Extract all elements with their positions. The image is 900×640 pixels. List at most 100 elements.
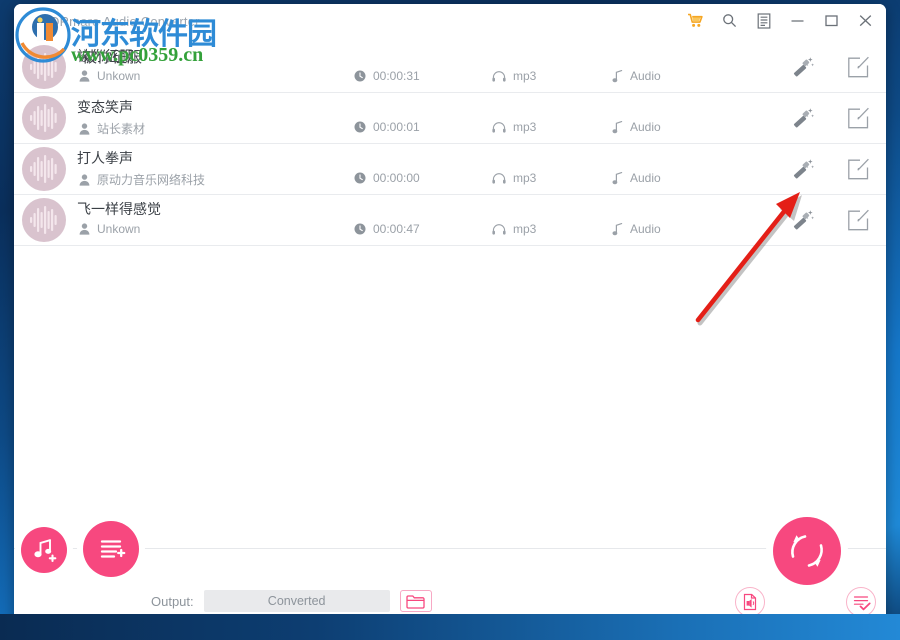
music-note-icon <box>612 222 623 236</box>
magic-wand-icon[interactable] <box>790 207 816 233</box>
format-label: mp3 <box>513 222 537 236</box>
row-actions <box>790 105 872 131</box>
track-duration: 00:00:47 <box>354 222 420 236</box>
table-row[interactable]: 打人拳声 原动力音乐网络科技 00:00:00 mp3 Audio <box>14 144 886 195</box>
clock-icon <box>354 172 366 184</box>
browse-folder-button[interactable] <box>399 590 432 612</box>
track-format: mp3 <box>492 69 536 83</box>
track-type: Audio <box>612 120 661 134</box>
row-actions <box>790 207 872 233</box>
type-label: Audio <box>630 171 661 185</box>
close-icon[interactable] <box>857 12 874 29</box>
minimize-icon[interactable] <box>789 12 806 29</box>
edit-icon[interactable] <box>846 156 872 182</box>
task-list-button[interactable] <box>846 587 876 617</box>
convert-refresh-icon <box>791 535 823 567</box>
person-icon <box>79 173 90 186</box>
row-actions <box>790 156 872 182</box>
artist-label: 原动力音乐网络科技 <box>97 173 206 187</box>
track-title: 飞一样得感觉 <box>77 201 161 217</box>
edit-icon[interactable] <box>846 54 872 80</box>
output-path-field[interactable]: Converted <box>203 590 390 612</box>
format-label: mp3 <box>513 120 537 134</box>
add-folder-button[interactable] <box>83 521 139 577</box>
music-note-icon <box>612 171 623 185</box>
row-info: 变态笑声 站长素材 00:00:01 mp3 Audio <box>77 96 886 140</box>
clock-icon <box>354 223 366 235</box>
person-icon <box>79 223 90 235</box>
output-label: Output: <box>151 593 194 609</box>
music-note-icon <box>612 120 623 134</box>
magic-wand-icon[interactable] <box>790 156 816 182</box>
cart-icon[interactable] <box>687 12 704 29</box>
row-info: 打人拳声 原动力音乐网络科技 00:00:00 mp3 Audio <box>77 147 886 191</box>
row-info: 被你征服 Unkown 00:00:31 mp3 Audio <box>77 45 886 89</box>
track-artist: Unkown <box>79 222 289 236</box>
app-title: DRmare Audio Converter <box>50 14 200 29</box>
album-art-thumbnail <box>22 198 66 242</box>
menu-icon[interactable] <box>755 12 772 29</box>
search-icon[interactable] <box>721 12 738 29</box>
track-type: Audio <box>612 69 661 83</box>
track-meta: Unkown 00:00:31 mp3 Audio <box>77 69 886 86</box>
track-duration: 00:00:01 <box>354 120 420 134</box>
music-note-icon <box>612 69 623 83</box>
bottom-toolbar: Output: Converted <box>14 517 886 632</box>
duration-label: 00:00:00 <box>373 171 420 185</box>
track-type: Audio <box>612 171 661 185</box>
edit-icon[interactable] <box>846 207 872 233</box>
window-controls <box>687 12 874 29</box>
table-row[interactable]: 变态笑声 站长素材 00:00:01 mp3 Audio <box>14 93 886 144</box>
format-label: mp3 <box>513 171 537 185</box>
track-duration: 00:00:31 <box>354 69 420 83</box>
format-label: mp3 <box>513 69 537 83</box>
track-meta: 原动力音乐网络科技 00:00:00 mp3 Audio <box>77 171 886 188</box>
clock-icon <box>354 70 366 82</box>
row-actions <box>790 54 872 80</box>
type-label: Audio <box>630 120 661 134</box>
person-icon <box>79 70 90 82</box>
file-info-button[interactable] <box>735 587 765 617</box>
edit-icon[interactable] <box>846 105 872 131</box>
file-audio-icon <box>743 593 757 611</box>
file-list[interactable]: 被你征服 Unkown 00:00:31 mp3 Audio 变态笑声 站长素材… <box>14 42 886 548</box>
person-icon <box>79 122 90 135</box>
artist-label: 站长素材 <box>97 122 146 136</box>
artist-label: Unkown <box>97 69 141 83</box>
output-group: Output: Converted <box>151 590 432 612</box>
track-title: 打人拳声 <box>77 150 133 166</box>
maximize-icon[interactable] <box>823 12 840 29</box>
convert-button[interactable] <box>773 517 841 585</box>
title-bar: DRmare Audio Converter <box>14 4 886 42</box>
artist-label: Unkown <box>97 222 141 236</box>
track-meta: 站长素材 00:00:01 mp3 Audio <box>77 120 886 137</box>
add-file-button[interactable] <box>21 527 67 573</box>
type-label: Audio <box>630 222 661 236</box>
track-artist: Unkown <box>79 69 289 83</box>
track-title: 被你征服 <box>77 48 133 64</box>
desktop-background: DRmare Audio Converter 被你征服 Unkown 00:00… <box>0 0 900 640</box>
track-artist: 站长素材 <box>79 120 289 137</box>
table-row[interactable]: 被你征服 Unkown 00:00:31 mp3 Audio <box>14 42 886 93</box>
track-type: Audio <box>612 222 661 236</box>
track-format: mp3 <box>492 171 536 185</box>
track-artist: 原动力音乐网络科技 <box>79 171 289 188</box>
album-art-thumbnail <box>22 96 66 140</box>
track-format: mp3 <box>492 120 536 134</box>
headphone-icon <box>492 70 506 82</box>
folder-icon <box>406 594 425 609</box>
clock-icon <box>354 121 366 133</box>
magic-wand-icon[interactable] <box>790 105 816 131</box>
magic-wand-icon[interactable] <box>790 54 816 80</box>
headphone-icon <box>492 172 506 184</box>
table-row[interactable]: 飞一样得感觉 Unkown 00:00:47 mp3 Audio <box>14 195 886 246</box>
duration-label: 00:00:31 <box>373 69 420 83</box>
list-check-icon <box>853 596 871 611</box>
type-label: Audio <box>630 69 661 83</box>
duration-label: 00:00:01 <box>373 120 420 134</box>
app-window: DRmare Audio Converter 被你征服 Unkown 00:00… <box>14 4 886 632</box>
headphone-icon <box>492 121 506 133</box>
duration-label: 00:00:47 <box>373 222 420 236</box>
headphone-icon <box>492 223 506 235</box>
album-art-thumbnail <box>22 45 66 89</box>
